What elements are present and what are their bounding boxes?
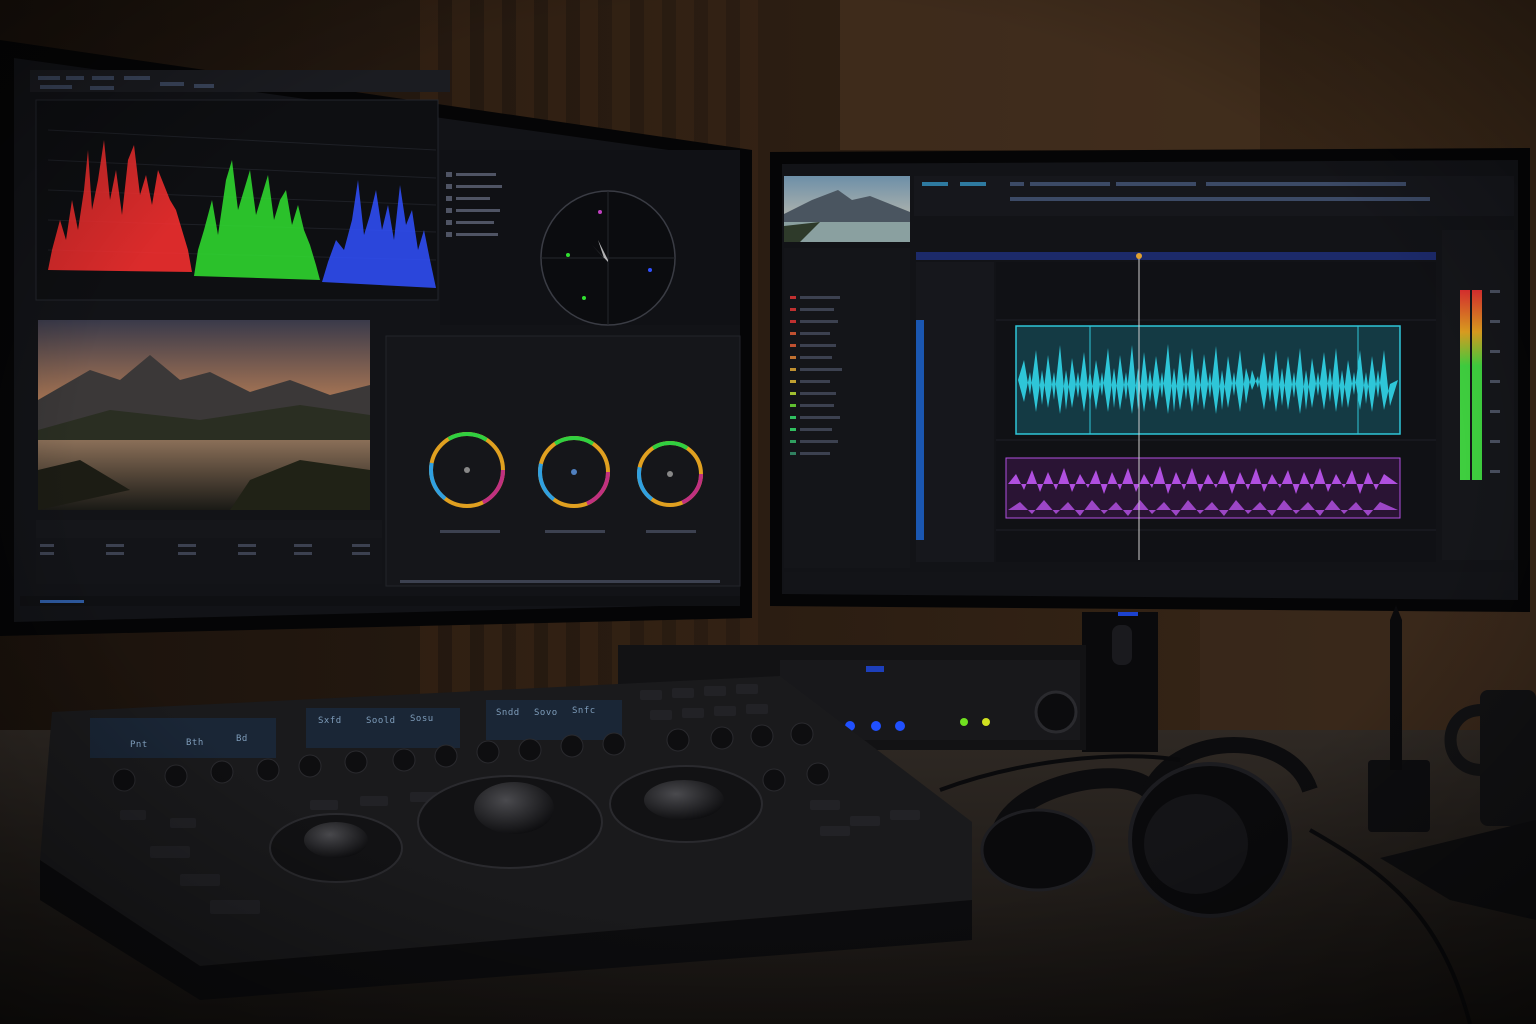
studio-desk-scene [0, 0, 1536, 1024]
vignette [0, 0, 1536, 1024]
